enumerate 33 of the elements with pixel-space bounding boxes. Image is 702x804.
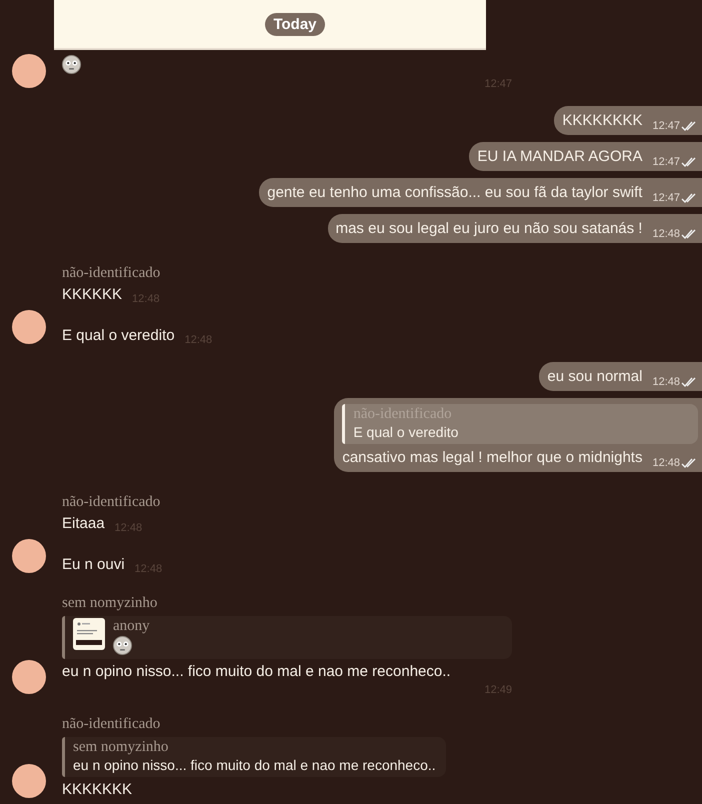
sender-name: não-identificado (62, 716, 162, 733)
message-text: eu sou normal (547, 368, 642, 385)
message-time: 12:47 (652, 156, 698, 168)
avatar[interactable] (12, 310, 46, 344)
sender-name: sem nomyzinho (62, 595, 158, 612)
message-time: 12:48 (652, 457, 698, 469)
avatar[interactable] (12, 539, 46, 573)
quoted-sender: sem nomyzinho (73, 739, 170, 756)
message-time: 12:47 (652, 192, 698, 204)
date-chip: Today (265, 13, 325, 36)
message-text: KKKKKK (62, 286, 122, 303)
avatar[interactable] (12, 660, 46, 694)
message-text: Eitaaa (62, 515, 105, 532)
message-text: gente eu tenho uma confissão... eu sou fã da taylor swift (267, 184, 642, 201)
shocked-emoji-icon (62, 55, 81, 74)
message-time: 12:47 (652, 120, 698, 132)
avatar[interactable] (12, 764, 46, 798)
message-text: mas eu sou legal eu juro eu não sou satanás ! (336, 220, 642, 237)
message-text: KKKKKKKK (562, 112, 642, 129)
message-text: KKKKKKK (62, 781, 132, 798)
quoted-text: E qual o veredito (353, 424, 458, 440)
message-time: 12:48 (652, 376, 698, 388)
message-text: cansativo mas legal ! melhor que o midnights (342, 449, 642, 466)
message-time: 12:48 (652, 228, 698, 240)
sender-name: não-identificado (62, 265, 160, 282)
message-text: eu n opino nisso... fico muito do mal e nao me reconheco.. (62, 663, 451, 680)
quoted-text: eu n opino nisso... fico muito do mal e nao me reconheco.. (73, 757, 436, 773)
quoted-sender: anony (113, 618, 150, 635)
sender-name: não-identificado (62, 494, 160, 511)
message-text: Eu n ouvi (62, 556, 125, 573)
message-text: E qual o veredito (62, 327, 175, 344)
message-text: EU IA MANDAR AGORA (477, 148, 642, 165)
avatar[interactable] (12, 54, 46, 88)
